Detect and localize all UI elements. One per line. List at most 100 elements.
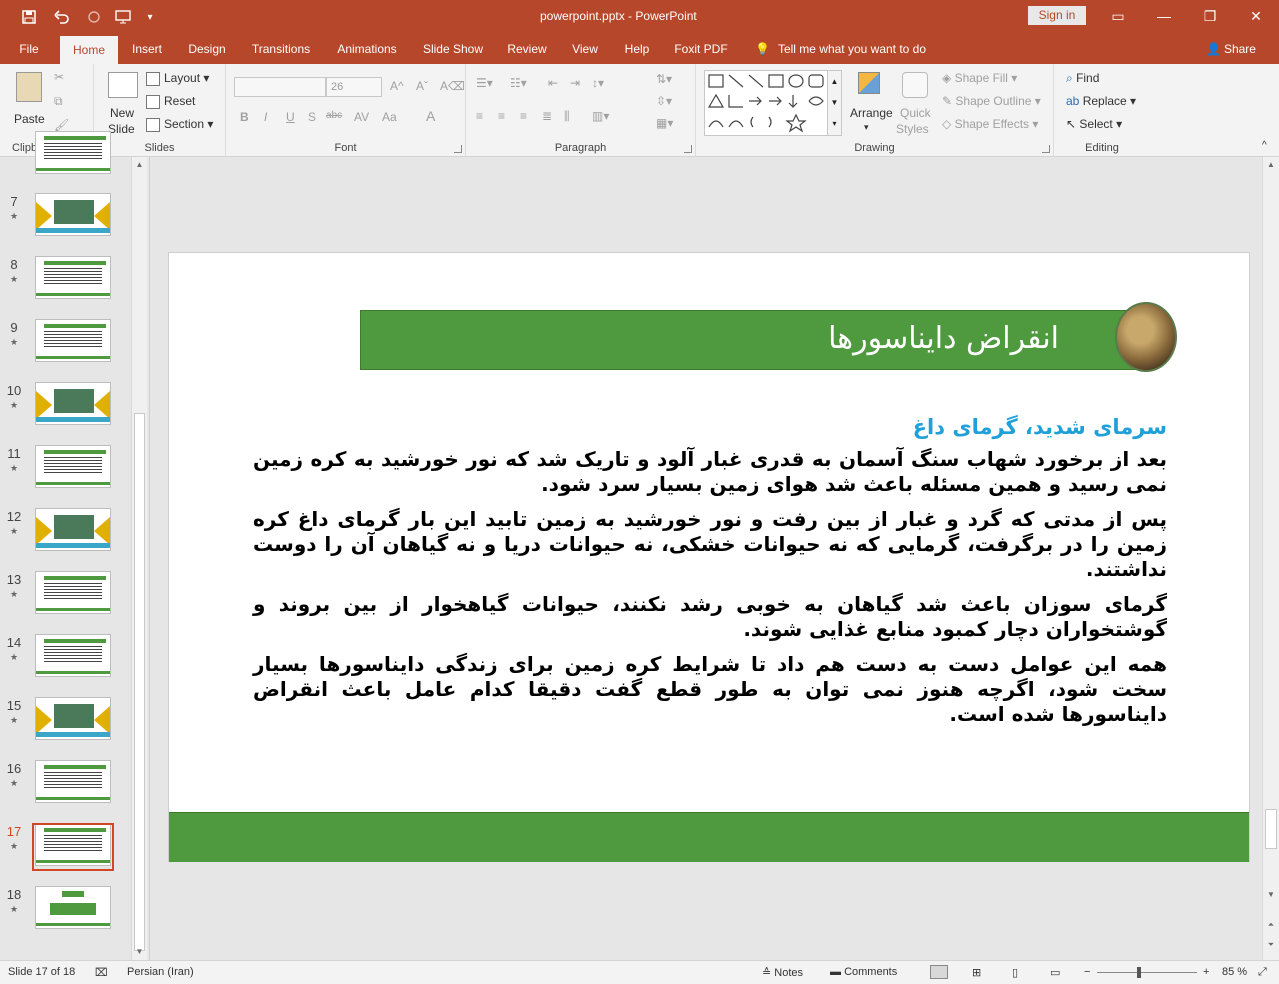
tab-home[interactable]: Home — [60, 36, 118, 64]
comments-button[interactable]: ▬ Comments — [830, 966, 897, 978]
shadow-button[interactable]: S — [308, 110, 316, 124]
tab-transitions[interactable]: Transitions — [244, 34, 318, 64]
shrink-font-icon[interactable]: Aˇ — [416, 79, 428, 93]
zoom-out-button[interactable]: − — [1084, 966, 1090, 978]
slideshow-view-icon[interactable]: ▭ — [1050, 966, 1060, 979]
undo-icon[interactable] — [48, 6, 76, 28]
layout-button[interactable]: Layout ▾ — [146, 71, 209, 86]
title-band[interactable]: انقراض دایناسورها — [360, 310, 1140, 370]
dinosaur-fossil-image[interactable] — [1115, 302, 1177, 372]
thumbnail-scrollbar[interactable]: ▲ ▼ — [131, 157, 147, 960]
smartart-icon[interactable]: ▦▾ — [656, 116, 673, 130]
scroll-up-icon[interactable]: ▲ — [132, 157, 147, 173]
text-direction-icon[interactable]: ⇅▾ — [656, 72, 672, 86]
tab-help[interactable]: Help — [616, 34, 658, 64]
format-painter-icon[interactable]: 🖌 — [54, 118, 69, 132]
section-button[interactable]: Section ▾ — [146, 117, 213, 132]
save-icon[interactable] — [18, 6, 40, 28]
strikethrough-button[interactable]: abc — [326, 110, 342, 121]
thumbnail-scroll-thumb[interactable] — [134, 413, 145, 951]
char-spacing-button[interactable]: AV — [354, 110, 369, 124]
zoom-slider-handle[interactable] — [1137, 967, 1141, 978]
zoom-slider-track[interactable] — [1097, 972, 1197, 973]
slide-thumbnail-11[interactable] — [35, 445, 111, 488]
shapes-gallery[interactable]: ▲ ▼ ▾ — [704, 70, 842, 136]
cut-icon[interactable]: ✂ — [54, 70, 64, 84]
tell-me-search[interactable]: 💡 Tell me what you want to do — [755, 34, 926, 64]
slide-thumbnail-14[interactable] — [35, 634, 111, 677]
justify-icon[interactable]: ≣ — [542, 109, 552, 123]
grow-font-icon[interactable]: A^ — [390, 79, 404, 93]
bold-button[interactable]: B — [240, 110, 249, 124]
drawing-launcher-icon[interactable]: . — [1042, 145, 1050, 153]
tab-review[interactable]: Review — [500, 34, 554, 64]
font-launcher-icon[interactable]: . — [454, 145, 462, 153]
collapse-ribbon-icon[interactable]: ^ — [1262, 140, 1267, 151]
slide-thumbnail-16[interactable] — [35, 760, 111, 803]
font-name-combo[interactable] — [234, 77, 326, 97]
scroll-up-icon[interactable]: ▲ — [1263, 157, 1279, 173]
previous-slide-icon[interactable]: ⏶ — [1263, 917, 1279, 933]
font-color-button[interactable]: A — [426, 108, 435, 124]
zoom-in-button[interactable]: + — [1203, 966, 1209, 978]
editor-scroll-thumb[interactable] — [1265, 809, 1277, 849]
slide-title[interactable]: انقراض دایناسورها — [828, 321, 1059, 356]
slide-thumbnail-7[interactable] — [35, 193, 111, 236]
close-icon[interactable]: ✕ — [1236, 4, 1276, 28]
customize-icon[interactable]: ▾ — [142, 6, 158, 28]
clear-format-icon[interactable]: A⌫ — [440, 79, 465, 93]
reading-view-icon[interactable]: ▯ — [1012, 966, 1018, 979]
slide-sorter-icon[interactable]: ⊞ — [972, 966, 981, 979]
slide-thumbnail-9[interactable] — [35, 319, 111, 362]
copy-icon[interactable]: ⧉ — [54, 94, 63, 109]
minimize-icon[interactable]: — — [1144, 4, 1184, 28]
slide-thumbnail-18[interactable] — [35, 886, 111, 929]
align-text-icon[interactable]: ⇳▾ — [656, 94, 672, 108]
select-button[interactable]: ↖ Select ▾ — [1066, 117, 1122, 131]
shape-fill-button[interactable]: ◈ Shape Fill ▾ — [942, 71, 1017, 85]
present-icon[interactable] — [112, 6, 134, 28]
tab-view[interactable]: View — [564, 34, 606, 64]
paragraph-launcher-icon[interactable]: . — [684, 145, 692, 153]
sign-in-button[interactable]: Sign in — [1028, 6, 1086, 25]
slide-thumbnail-13[interactable] — [35, 571, 111, 614]
tab-design[interactable]: Design — [180, 34, 234, 64]
zoom-level[interactable]: 85 % — [1222, 966, 1247, 978]
find-button[interactable]: ⌕ Find — [1066, 71, 1099, 86]
ribbon-display-icon[interactable]: ▭ — [1098, 4, 1138, 28]
scroll-down-icon[interactable]: ▼ — [132, 944, 147, 960]
line-spacing-icon[interactable]: ↕▾ — [592, 76, 604, 90]
align-left-icon[interactable]: ≡ — [476, 109, 483, 123]
share-button[interactable]: 👤 Share — [1206, 34, 1256, 64]
quick-styles-button[interactable]: Quick Styles — [894, 70, 936, 140]
spellcheck-icon[interactable]: ⌧ — [95, 966, 108, 979]
redo-icon[interactable] — [84, 6, 104, 28]
numbering-icon[interactable]: ☷▾ — [510, 76, 527, 90]
tab-insert[interactable]: Insert — [124, 34, 170, 64]
tab-file[interactable]: File — [8, 34, 50, 64]
arrange-button[interactable]: Arrange ▾ — [846, 70, 893, 136]
notes-button[interactable]: ≙ Notes — [762, 966, 803, 979]
normal-view-icon[interactable] — [930, 965, 948, 979]
italic-button[interactable]: I — [264, 110, 267, 124]
align-center-icon[interactable]: ≡ — [498, 109, 505, 123]
bullets-icon[interactable]: ☰▾ — [476, 76, 493, 90]
next-slide-icon[interactable]: ⏷ — [1263, 937, 1279, 953]
decrease-indent-icon[interactable]: ⇤ — [548, 76, 558, 90]
slide-thumbnail-10[interactable] — [35, 382, 111, 425]
scroll-down-icon[interactable]: ▼ — [1263, 887, 1279, 903]
slide-canvas[interactable]: انقراض دایناسورها سرمای شدید، گرمای داغ … — [168, 252, 1250, 862]
slide-thumbnail-6[interactable] — [35, 131, 111, 174]
slide-thumbnail-12[interactable] — [35, 508, 111, 551]
fit-to-window-icon[interactable]: ⤢ — [1258, 966, 1267, 979]
replace-button[interactable]: ab Replace ▾ — [1066, 94, 1136, 108]
new-slide-button[interactable]: New Slide — [104, 70, 144, 140]
shape-outline-button[interactable]: ✎ Shape Outline ▾ — [942, 94, 1041, 108]
slide-thumbnail-15[interactable] — [35, 697, 111, 740]
editor-scrollbar[interactable]: ▲ ▼ ⏶ ⏷ — [1262, 157, 1279, 960]
distributed-icon[interactable]: ⫼ — [564, 109, 570, 124]
shape-effects-button[interactable]: ◇ Shape Effects ▾ — [942, 117, 1038, 131]
columns-icon[interactable]: ▥▾ — [592, 109, 609, 123]
paste-button[interactable]: Paste — [10, 70, 48, 134]
tab-slide-show[interactable]: Slide Show — [416, 34, 490, 64]
